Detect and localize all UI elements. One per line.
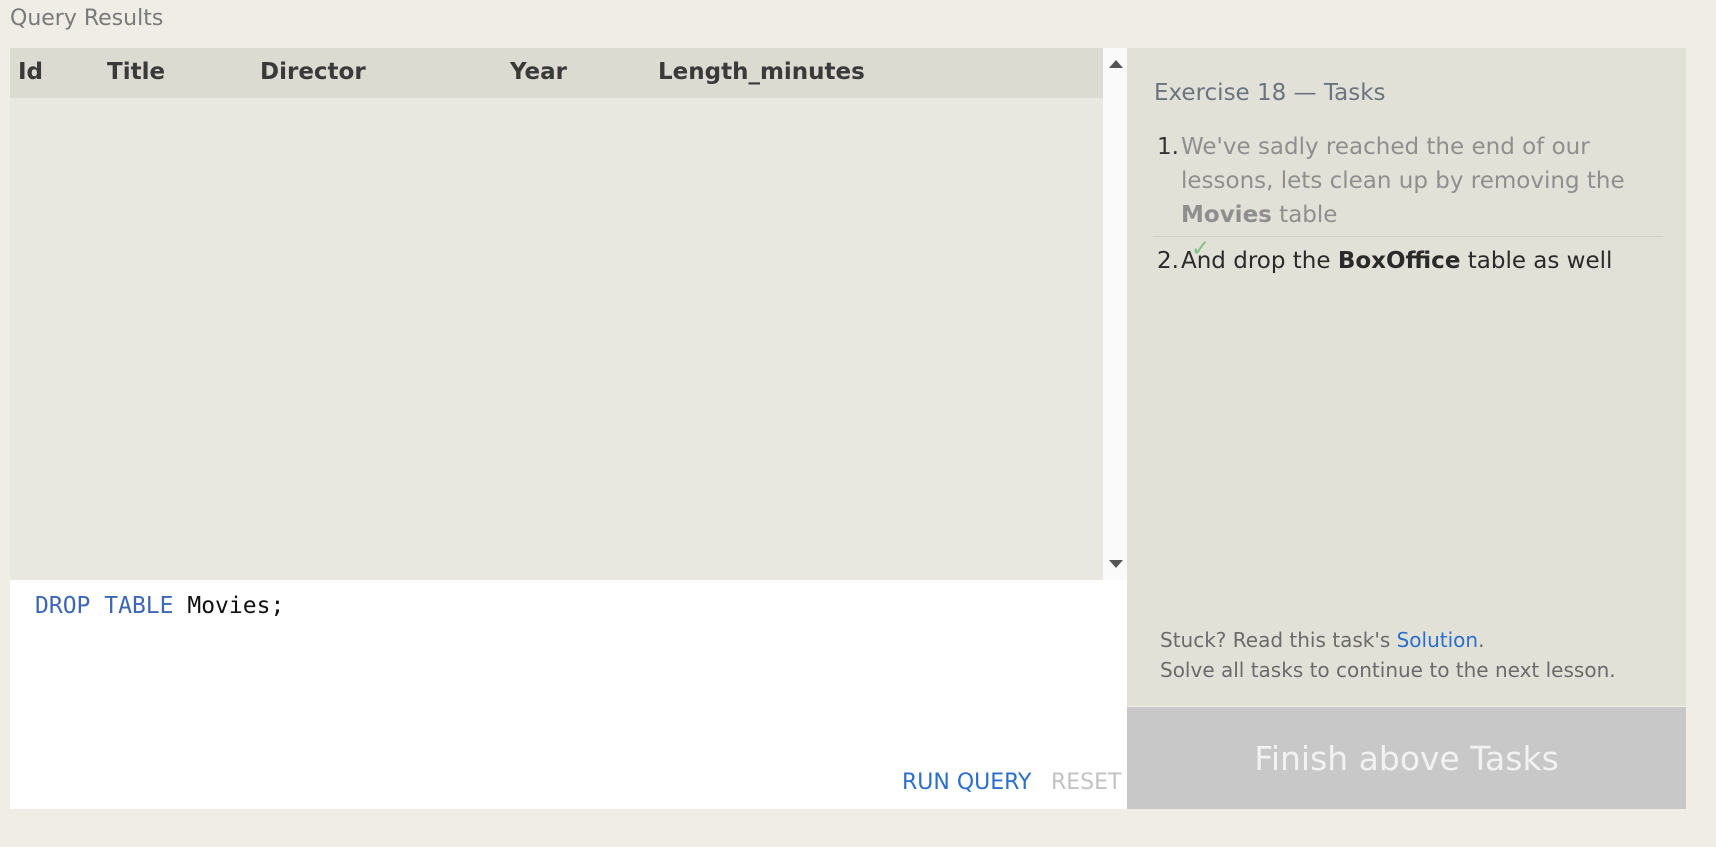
- help-prefix: Stuck? Read this task's: [1160, 628, 1397, 652]
- task-text-part: And drop the: [1181, 248, 1338, 274]
- sql-keyword: TABLE: [104, 593, 174, 619]
- help-note: Solve all tasks to continue to the next …: [1160, 658, 1616, 682]
- column-header-title: Title: [107, 59, 166, 85]
- results-table: Id Title Director Year Length_minutes: [10, 48, 1103, 580]
- results-scrollbar[interactable]: [1103, 48, 1127, 580]
- task-text-part: table as well: [1460, 248, 1613, 274]
- task-number: 1.: [1157, 134, 1179, 160]
- task-number: 2.: [1157, 248, 1179, 274]
- task-text-part: We've sadly reached the end of our lesso…: [1181, 134, 1625, 194]
- solution-link[interactable]: Solution: [1397, 628, 1478, 652]
- column-header-length-minutes: Length_minutes: [658, 59, 865, 85]
- sql-keyword: DROP: [35, 593, 91, 619]
- code-line[interactable]: DROP TABLE Movies;: [35, 593, 284, 619]
- task-table-name: BoxOffice: [1337, 248, 1461, 274]
- help-suffix: .: [1478, 628, 1485, 652]
- results-table-header: Id Title Director Year Length_minutes: [10, 48, 1103, 98]
- task-text-part: table: [1271, 202, 1338, 228]
- sql-identifier: Movies;: [187, 593, 285, 619]
- help-text: Stuck? Read this task's Solution.: [1160, 628, 1484, 652]
- column-header-id: Id: [18, 59, 44, 85]
- query-results: Id Title Director Year Length_minutes: [10, 48, 1127, 580]
- column-header-director: Director: [260, 59, 366, 85]
- scroll-down-arrow-icon[interactable]: [1109, 560, 1123, 568]
- page-title: Query Results: [10, 6, 164, 31]
- sql-editor[interactable]: DROP TABLE Movies; RUN QUERY RESET: [10, 580, 1127, 809]
- task-divider: [1153, 236, 1663, 237]
- reset-button[interactable]: RESET: [1051, 770, 1122, 795]
- tasks-panel: Exercise 18 — Tasks 1. We've sadly reach…: [1127, 48, 1686, 706]
- scroll-up-arrow-icon[interactable]: [1109, 60, 1123, 68]
- task-table-name: Movies: [1181, 202, 1272, 228]
- finish-tasks-button[interactable]: Finish above Tasks: [1127, 707, 1686, 809]
- tasks-title: Exercise 18 — Tasks: [1154, 80, 1386, 106]
- column-header-year: Year: [510, 59, 568, 85]
- run-query-button[interactable]: RUN QUERY: [902, 770, 1031, 795]
- task-text: And drop the BoxOffice table as well: [1181, 244, 1651, 278]
